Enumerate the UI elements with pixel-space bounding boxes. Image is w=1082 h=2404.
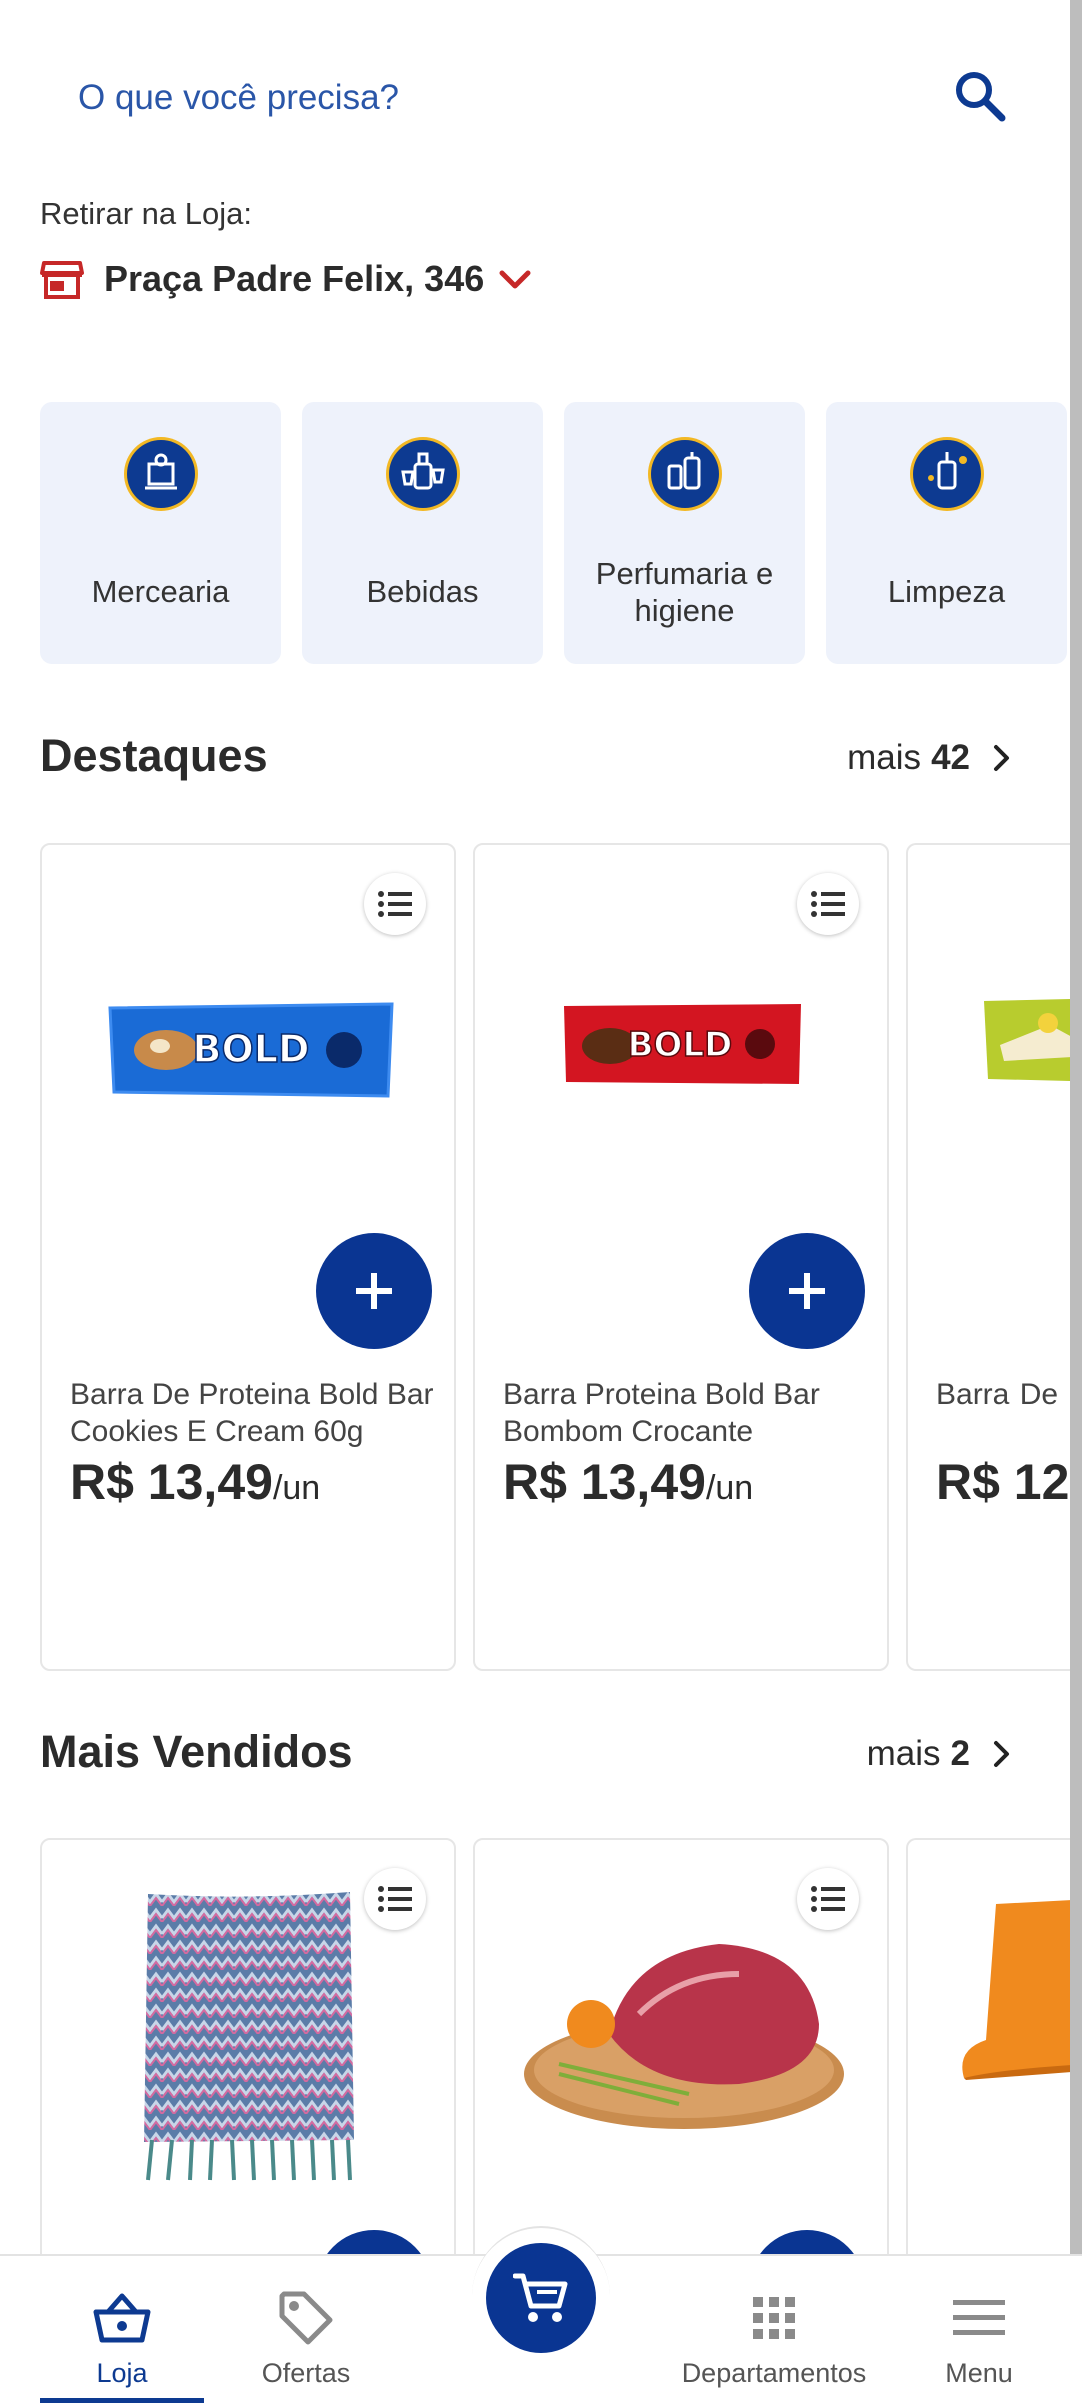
category-label: Limpeza — [887, 574, 1006, 610]
store-selector[interactable]: Praça Padre Felix, 346 — [40, 254, 532, 304]
category-limpeza[interactable]: Limpeza — [826, 402, 1067, 664]
product-card[interactable]: BOLD Barra De Proteina Bold Bar Cookies … — [40, 843, 456, 1671]
cart-button[interactable] — [486, 2243, 596, 2353]
chevron-right-icon — [994, 1741, 1009, 1767]
product-card[interactable]: Barra De P Torta De L R$ 12, — [906, 843, 1070, 1671]
product-image — [144, 1892, 354, 2181]
product-image — [984, 999, 1070, 1081]
category-label: Bebidas — [366, 574, 479, 610]
nav-label: Departamentos — [681, 2358, 867, 2388]
pickup-label: Retirar na Loja: — [40, 196, 252, 231]
search-icon — [956, 72, 1006, 122]
hamburger-menu-icon — [953, 2300, 1005, 2335]
add-to-cart-button[interactable] — [316, 1233, 432, 1349]
nav-ofertas[interactable]: Ofertas — [226, 2256, 386, 2404]
scrollbar[interactable] — [1070, 0, 1082, 2402]
add-to-list-button[interactable] — [364, 1868, 426, 1930]
nav-menu[interactable]: Menu — [904, 2256, 1054, 2404]
list-icon — [811, 1886, 845, 1912]
product-image: BOLD — [108, 1002, 394, 1098]
product-name: Barra De Proteina Bold Bar Cookies E Cre… — [70, 1378, 434, 1448]
see-more-count: 2 — [950, 1734, 970, 1773]
nav-label: Menu — [945, 2358, 1013, 2388]
product-image: BOLD — [564, 1004, 801, 1084]
see-more-mais-vendidos[interactable]: mais 2 — [867, 1734, 1012, 1774]
drinks-icon — [389, 440, 457, 508]
chevron-down-icon[interactable] — [498, 267, 532, 291]
product-image — [524, 1944, 844, 2129]
category-label: Mercearia — [91, 574, 230, 610]
category-perfumaria-higiene[interactable]: Perfumaria e higiene — [564, 402, 805, 664]
nav-label: Ofertas — [261, 2358, 351, 2388]
tag-icon — [279, 2291, 333, 2345]
chevron-right-icon — [994, 745, 1009, 771]
plus-icon — [789, 1273, 825, 1309]
see-more-label: mais — [847, 738, 922, 777]
category-mercearia[interactable]: Mercearia — [40, 402, 281, 664]
category-bebidas[interactable]: Bebidas — [302, 402, 543, 664]
see-more-count: 42 — [931, 738, 970, 777]
list-icon — [378, 891, 412, 917]
search-button[interactable] — [950, 66, 1010, 126]
product-price: R$ 13,49/un — [503, 1454, 754, 1510]
add-to-list-button[interactable] — [797, 873, 859, 935]
cart-icon — [513, 2273, 568, 2322]
product-price: R$ 12, — [936, 1454, 1070, 1510]
nav-loja[interactable]: Loja — [40, 2256, 204, 2404]
plus-icon — [356, 1273, 392, 1309]
product-name: Barra Proteina Bold Bar Bombom Crocante — [503, 1378, 820, 1448]
basket-icon — [93, 2293, 151, 2343]
category-label: Perfumaria e higiene — [595, 555, 774, 628]
section-title-destaques: Destaques — [40, 730, 268, 781]
search-input[interactable]: O que você precisa? — [78, 78, 399, 118]
grid-icon — [753, 2297, 795, 2339]
product-price: R$ 13,49/un — [70, 1454, 321, 1510]
add-to-list-button[interactable] — [797, 1868, 859, 1930]
svg-text:BOLD: BOLD — [628, 1025, 733, 1065]
grocery-icon — [127, 440, 195, 508]
store-icon — [40, 261, 84, 299]
active-tab-indicator — [40, 2398, 204, 2403]
nav-label: Loja — [96, 2358, 148, 2388]
store-name: Praça Padre Felix, 346 — [104, 258, 485, 299]
section-title-mais-vendidos: Mais Vendidos — [40, 1726, 353, 1777]
cleaning-icon — [913, 440, 981, 508]
list-icon — [378, 1886, 412, 1912]
see-more-label: mais — [866, 1734, 941, 1773]
add-to-cart-button[interactable] — [749, 1233, 865, 1349]
see-more-destaques[interactable]: mais 42 — [847, 738, 1012, 778]
toiletries-icon — [651, 440, 719, 508]
nav-departamentos[interactable]: Departamentos — [672, 2256, 876, 2404]
svg-text:BOLD: BOLD — [192, 1027, 309, 1071]
product-name: Barra De P Torta De L — [936, 1378, 1070, 1411]
search-bar[interactable]: O que você precisa? — [0, 0, 1070, 200]
add-to-list-button[interactable] — [364, 873, 426, 935]
list-icon — [811, 891, 845, 917]
product-image — [962, 1900, 1070, 2080]
product-card[interactable]: BOLD Barra Proteina Bold Bar Bombom Croc… — [473, 843, 889, 1671]
